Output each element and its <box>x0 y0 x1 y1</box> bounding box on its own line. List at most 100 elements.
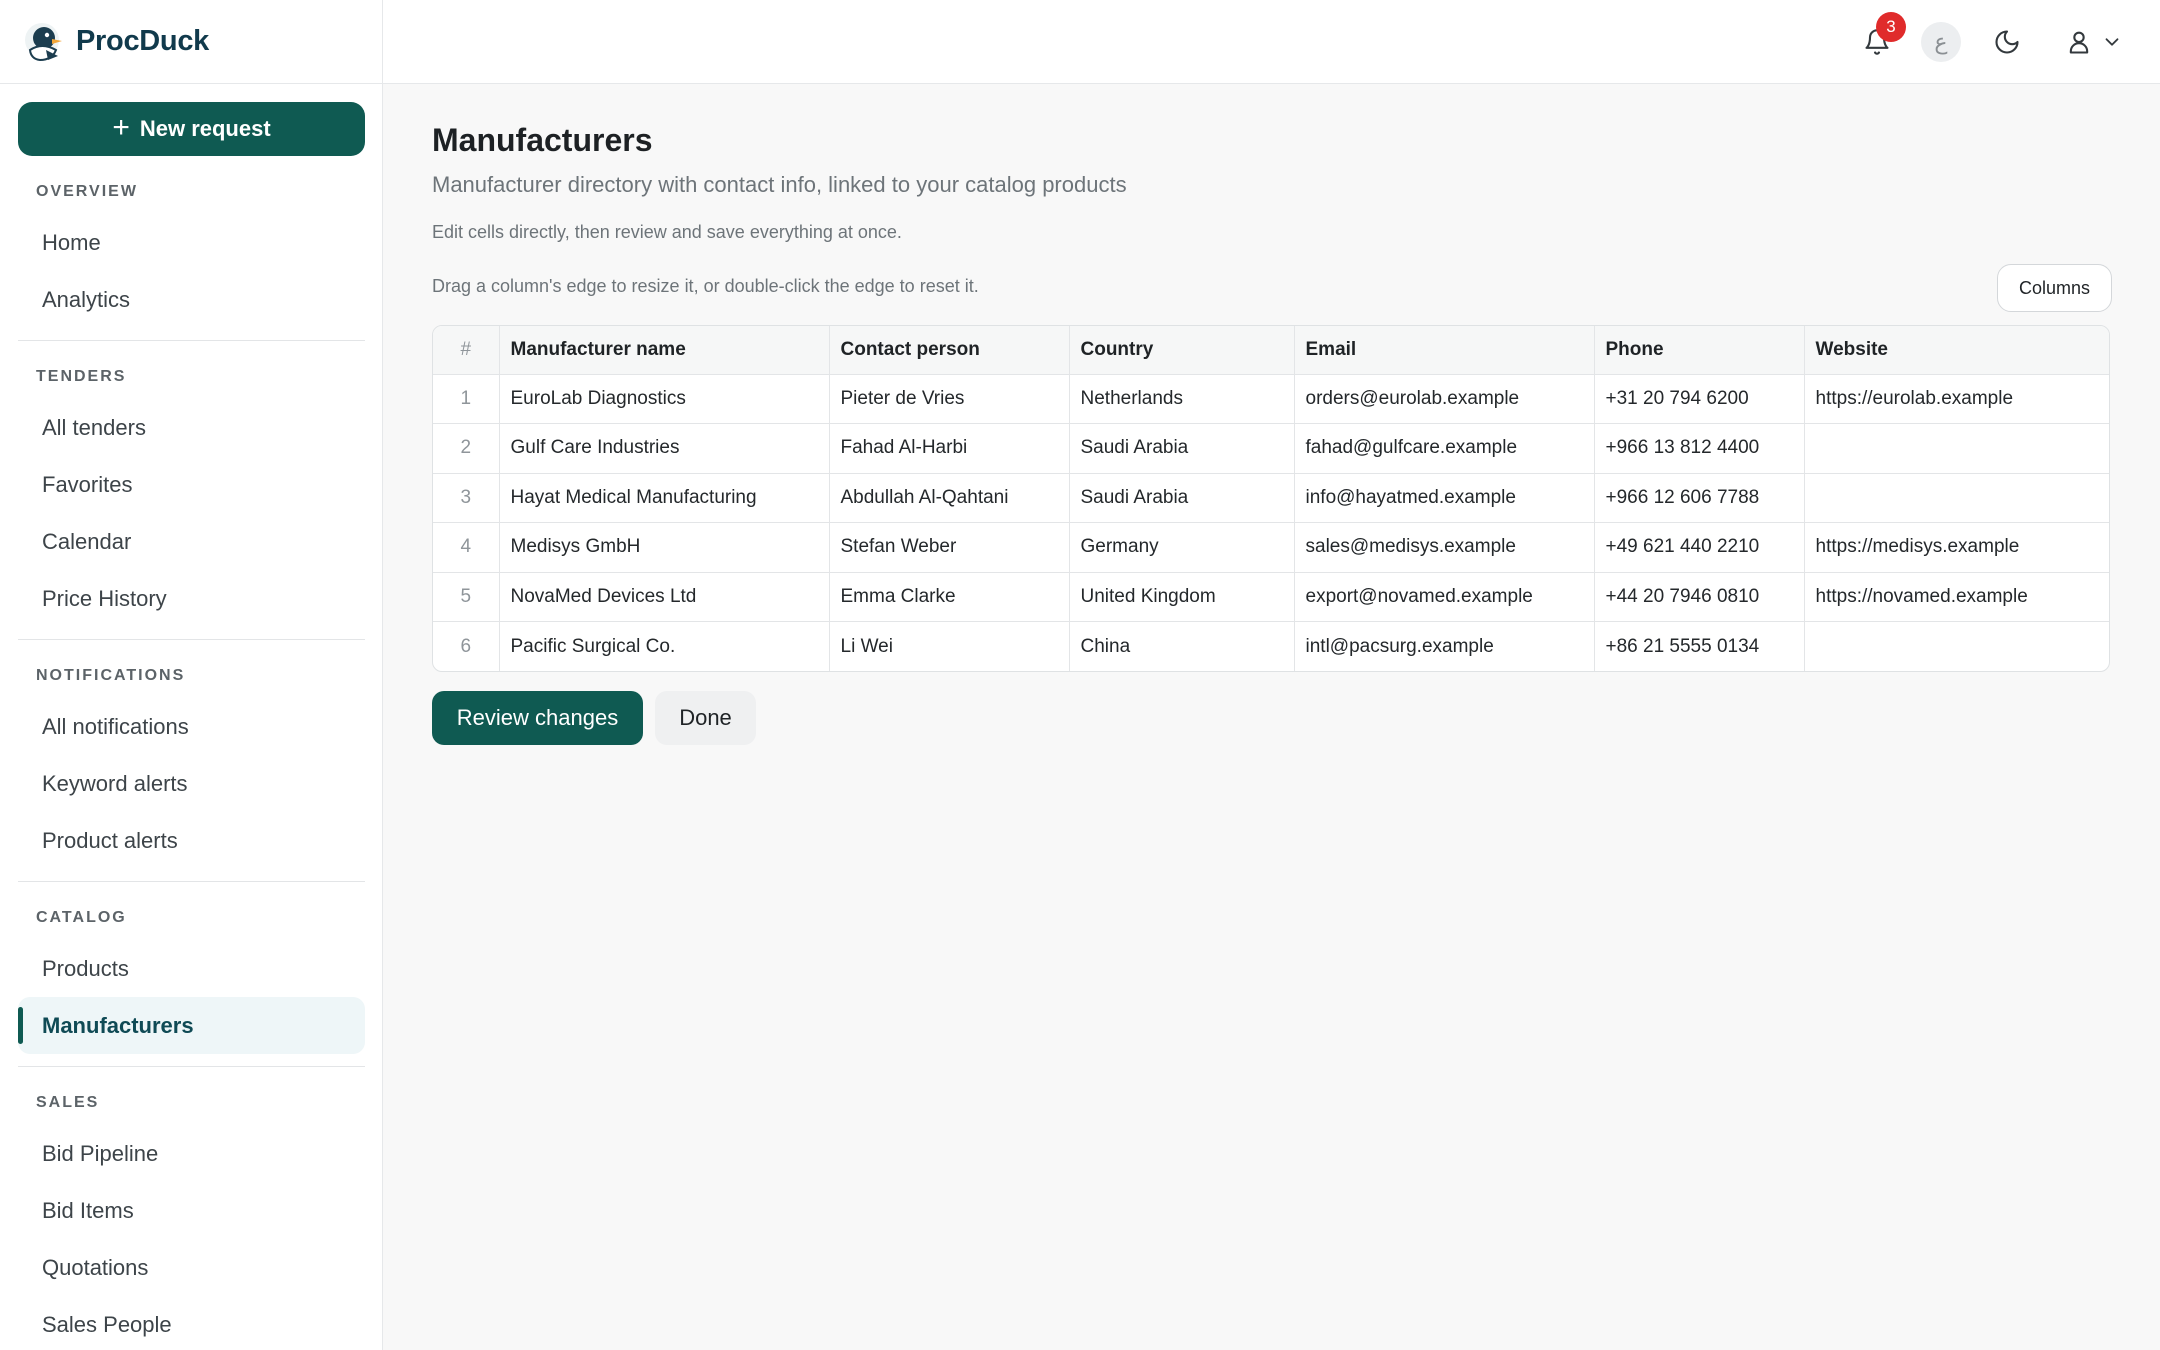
table-row: 1 EuroLab Diagnostics Pieter de Vries Ne… <box>433 374 2109 424</box>
column-header-contact-person[interactable]: Contact person <box>829 326 1070 375</box>
divider <box>18 1066 365 1067</box>
country-cell[interactable]: Netherlands <box>1069 374 1295 424</box>
columns-button[interactable]: Columns <box>1997 264 2112 312</box>
sidebar-item-quotations[interactable]: Quotations <box>18 1239 365 1296</box>
row-index-cell: 2 <box>433 423 500 474</box>
table-row: 6 Pacific Surgical Co. Li Wei China intl… <box>433 621 2109 671</box>
contact-person-cell[interactable]: Stefan Weber <box>829 522 1070 573</box>
country-cell[interactable]: China <box>1069 621 1295 671</box>
email-cell[interactable]: export@novamed.example <box>1294 572 1595 622</box>
manufacturer-name-cell[interactable]: Medisys GmbH <box>499 522 830 573</box>
website-cell[interactable]: https://medisys.example <box>1804 522 2109 573</box>
done-button[interactable]: Done <box>655 691 756 745</box>
sidebar-item-keyword-alerts[interactable]: Keyword alerts <box>18 755 365 812</box>
divider <box>18 881 365 882</box>
phone-cell[interactable]: +966 12 606 7788 <box>1594 473 1805 523</box>
topbar: 3 ع <box>383 0 2160 84</box>
chevron-down-icon <box>2105 38 2119 46</box>
column-header-index[interactable]: # <box>433 326 500 375</box>
new-request-label: New request <box>139 116 271 141</box>
sidebar-item-manufacturers[interactable]: Manufacturers <box>18 997 365 1054</box>
manufacturer-name-cell[interactable]: Pacific Surgical Co. <box>499 621 830 671</box>
sidebar-item-calendar[interactable]: Calendar <box>18 513 365 570</box>
sidebar-item-products[interactable]: Products <box>18 940 365 997</box>
table-header-row: # Manufacturer name Contact person Count… <box>433 326 2109 375</box>
sidebar-item-sales-people[interactable]: Sales People <box>18 1296 365 1350</box>
contact-person-cell[interactable]: Pieter de Vries <box>829 374 1070 424</box>
row-index-cell: 3 <box>433 473 500 523</box>
page-subtitle: Manufacturer directory with contact info… <box>432 172 1127 197</box>
section-title-tenders: TENDERS <box>36 368 127 385</box>
manufacturer-name-cell[interactable]: EuroLab Diagnostics <box>499 374 830 424</box>
country-cell[interactable]: Saudi Arabia <box>1069 423 1295 474</box>
contact-person-cell[interactable]: Fahad Al-Harbi <box>829 423 1070 474</box>
theme-toggle-button[interactable] <box>1987 22 2027 62</box>
plus-icon: + <box>112 110 130 144</box>
table-row: 4 Medisys GmbH Stefan Weber Germany sale… <box>433 522 2109 573</box>
user-menu-button[interactable] <box>2059 22 2129 62</box>
contact-person-cell[interactable]: Li Wei <box>829 621 1070 671</box>
new-request-button[interactable]: + New request <box>18 102 365 156</box>
sidebar-item-all-tenders[interactable]: All tenders <box>18 399 365 456</box>
contact-person-cell[interactable]: Abdullah Al-Qahtani <box>829 473 1070 523</box>
table-row: 3 Hayat Medical Manufacturing Abdullah A… <box>433 473 2109 523</box>
phone-cell[interactable]: +31 20 794 6200 <box>1594 374 1805 424</box>
column-header-country[interactable]: Country <box>1069 326 1295 375</box>
divider <box>18 639 365 640</box>
sidebar-item-price-history[interactable]: Price History <box>18 570 365 627</box>
sidebar-item-favorites[interactable]: Favorites <box>18 456 365 513</box>
manufacturer-name-cell[interactable]: NovaMed Devices Ltd <box>499 572 830 622</box>
moon-icon <box>1995 30 2019 54</box>
sidebar: ProcDuck + New request OVERVIEW Home Ana… <box>0 0 383 1350</box>
email-cell[interactable]: sales@medisys.example <box>1294 522 1595 573</box>
notification-count-badge: 3 <box>1876 12 1906 42</box>
language-switcher[interactable]: ع <box>1921 22 1961 62</box>
review-changes-button[interactable]: Review changes <box>432 691 643 745</box>
duck-logo-icon <box>25 22 62 61</box>
phone-cell[interactable]: +44 20 7946 0810 <box>1594 572 1805 622</box>
row-index-cell: 6 <box>433 621 500 671</box>
brand[interactable]: ProcDuck <box>0 0 382 84</box>
email-cell[interactable]: orders@eurolab.example <box>1294 374 1595 424</box>
website-cell[interactable]: https://novamed.example <box>1804 572 2109 622</box>
sidebar-item-home[interactable]: Home <box>18 214 365 271</box>
website-cell[interactable] <box>1804 423 2109 474</box>
country-cell[interactable]: Saudi Arabia <box>1069 473 1295 523</box>
sidebar-item-analytics[interactable]: Analytics <box>18 271 365 328</box>
row-index-cell: 4 <box>433 522 500 573</box>
country-cell[interactable]: United Kingdom <box>1069 572 1295 622</box>
website-cell[interactable] <box>1804 473 2109 523</box>
website-cell[interactable]: https://eurolab.example <box>1804 374 2109 424</box>
column-header-email[interactable]: Email <box>1294 326 1595 375</box>
sidebar-item-all-notifications[interactable]: All notifications <box>18 698 365 755</box>
website-cell[interactable] <box>1804 621 2109 671</box>
email-cell[interactable]: info@hayatmed.example <box>1294 473 1595 523</box>
sidebar-nav: OVERVIEW Home Analytics TENDERS All tend… <box>18 170 365 1350</box>
column-header-manufacturer-name[interactable]: Manufacturer name <box>499 326 830 375</box>
table-actions: Review changes Done <box>432 691 756 745</box>
user-icon <box>2069 31 2089 54</box>
phone-cell[interactable]: +966 13 812 4400 <box>1594 423 1805 474</box>
column-header-website[interactable]: Website <box>1804 326 2109 375</box>
email-cell[interactable]: intl@pacsurg.example <box>1294 621 1595 671</box>
section-title-catalog: CATALOG <box>36 909 127 926</box>
edit-hint: Edit cells directly, then review and sav… <box>432 222 902 242</box>
table-row: 2 Gulf Care Industries Fahad Al-Harbi Sa… <box>433 423 2109 474</box>
manufacturer-name-cell[interactable]: Hayat Medical Manufacturing <box>499 473 830 523</box>
column-header-phone[interactable]: Phone <box>1594 326 1805 375</box>
section-title-sales: SALES <box>36 1094 100 1111</box>
contact-person-cell[interactable]: Emma Clarke <box>829 572 1070 622</box>
manufacturer-name-cell[interactable]: Gulf Care Industries <box>499 423 830 474</box>
sidebar-item-product-alerts[interactable]: Product alerts <box>18 812 365 869</box>
email-cell[interactable]: fahad@gulfcare.example <box>1294 423 1595 474</box>
sidebar-item-bid-pipeline[interactable]: Bid Pipeline <box>18 1125 365 1182</box>
row-index-cell: 5 <box>433 572 500 622</box>
country-cell[interactable]: Germany <box>1069 522 1295 573</box>
sidebar-item-bid-items[interactable]: Bid Items <box>18 1182 365 1239</box>
page-title: Manufacturers <box>432 122 653 158</box>
phone-cell[interactable]: +86 21 5555 0134 <box>1594 621 1805 671</box>
phone-cell[interactable]: +49 621 440 2210 <box>1594 522 1805 573</box>
section-title-notifications: NOTIFICATIONS <box>36 667 186 684</box>
resize-hint: Drag a column's edge to resize it, or do… <box>432 276 979 296</box>
table-row: 5 NovaMed Devices Ltd Emma Clarke United… <box>433 572 2109 622</box>
